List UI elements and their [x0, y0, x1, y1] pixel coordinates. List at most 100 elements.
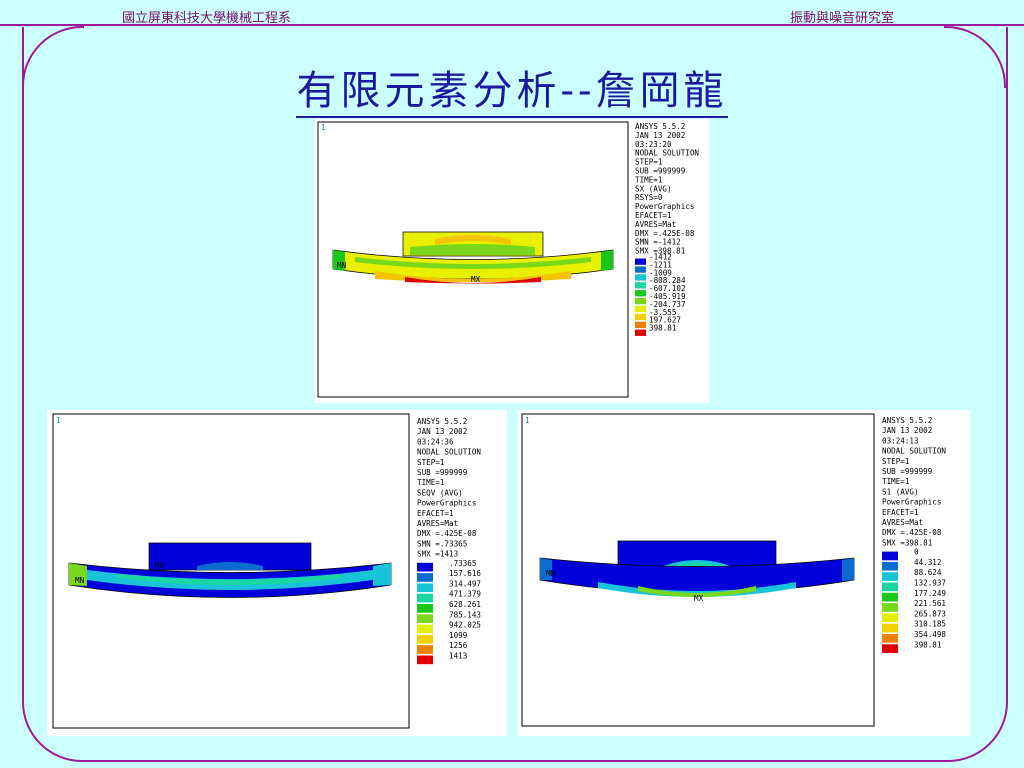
- info-line: SMN =.73365: [417, 539, 467, 548]
- info-line: STEP=1: [882, 457, 910, 466]
- info-line: SX (AVG): [635, 184, 672, 193]
- legend-value: 1099: [449, 631, 468, 640]
- legend-swatch: [882, 592, 898, 602]
- info-line: SEQV (AVG): [417, 488, 463, 497]
- legend-swatch: [417, 562, 433, 572]
- legend-value: 398.81: [914, 640, 942, 649]
- legend-value: 314.497: [449, 579, 481, 588]
- legend-swatch: [417, 634, 433, 644]
- legend-swatch: [635, 305, 646, 313]
- legend-swatch: [635, 266, 646, 273]
- legend-value: 0: [914, 548, 919, 557]
- info-line: NODAL SOLUTION: [417, 448, 481, 457]
- info-line: DMX =.425E-08: [635, 229, 695, 238]
- info-line: TIME=1: [635, 175, 663, 184]
- legend-value: 942.025: [449, 621, 481, 630]
- ansys-panel-seqv: 1 MN MX ANSYS 5.5.2 JAN 13 2002 03:24:36 NO…: [47, 410, 507, 736]
- legend-value: 398.81: [649, 324, 677, 333]
- legend-value: 157.616: [449, 569, 481, 578]
- legend-swatch: [417, 604, 433, 613]
- info-line: PowerGraphics: [417, 499, 476, 508]
- info-line: TIME=1: [417, 478, 445, 487]
- legend-value: 354.498: [914, 630, 946, 639]
- max-tag: MX: [694, 594, 704, 603]
- stress-contour: [842, 558, 854, 581]
- info-line: EFACET=1: [882, 508, 919, 517]
- legend-value: 471.379: [449, 590, 481, 599]
- legend-value: 132.937: [914, 579, 946, 588]
- legend-value: 1256: [449, 641, 468, 650]
- legend-value: 44.312: [914, 558, 941, 567]
- info-line: NODAL SOLUTION: [882, 447, 946, 456]
- slide-title-text: 有限元素分析--詹岡龍: [296, 68, 728, 118]
- legend-swatch: [417, 583, 433, 593]
- info-line: 03:24:36: [417, 437, 454, 446]
- info-line: NODAL SOLUTION: [635, 149, 699, 158]
- legend-swatch: [882, 623, 898, 633]
- stress-contour: [410, 244, 535, 255]
- legend-swatch: [417, 655, 433, 665]
- legend-swatch: [635, 258, 646, 265]
- legend-value: 221.561: [914, 599, 946, 608]
- legend-swatch: [417, 593, 433, 603]
- legend-swatch: [882, 603, 898, 612]
- slide-title: 有限元素分析--詹岡龍: [0, 58, 1024, 118]
- info-line: S1 (AVG): [882, 487, 919, 496]
- max-tag: MX: [155, 561, 165, 570]
- min-tag: MN: [337, 261, 347, 270]
- legend-swatch: [635, 282, 646, 289]
- legend-value: .73365: [449, 559, 476, 568]
- info-line: SUB =999999: [417, 468, 468, 477]
- legend-swatch: [882, 551, 898, 561]
- legend-swatch: [635, 298, 646, 305]
- ansys-panel-s1: 1 MN MX ANSYS 5.5.2 JAN 13 2002 03:24:13 NO…: [518, 410, 970, 736]
- info-line: EFACET=1: [417, 509, 454, 518]
- max-tag: MX: [471, 275, 481, 284]
- corner-label: 1: [525, 416, 530, 425]
- legend-swatch: [417, 573, 433, 582]
- info-line: 03:24:13: [882, 436, 919, 445]
- legend-swatch: [635, 290, 646, 297]
- info-line: AVRES=Mat: [882, 518, 923, 527]
- color-legend: .73365157.616314.497 471.379628.261785.14…: [417, 559, 481, 665]
- legend-swatch: [882, 561, 898, 571]
- legend-value: 628.261: [449, 600, 481, 609]
- legend-swatch: [882, 644, 898, 653]
- info-line: ANSYS 5.5.2: [882, 416, 932, 425]
- info-line: SMN =-1412: [635, 238, 681, 247]
- legend-swatch: [635, 313, 646, 321]
- ansys-panel-sx: 1 MN MX ANSYS 5.5.2 JAN 13 2002 03:23:20 NO…: [315, 119, 709, 403]
- info-line: AVRES=Mat: [635, 220, 676, 229]
- info-line: ANSYS 5.5.2: [635, 122, 685, 131]
- legend-value: 177.249: [914, 589, 946, 598]
- stress-contour: [601, 250, 613, 271]
- info-line: TIME=1: [882, 477, 910, 486]
- info-line: STEP=1: [635, 158, 663, 167]
- info-line: DMX =.425E-08: [882, 528, 942, 537]
- color-legend: 044.31288.624 132.937177.249221.561265.87…: [882, 548, 946, 653]
- header-divider: [0, 24, 1024, 26]
- legend-swatch: [417, 614, 433, 623]
- min-tag: MN: [75, 576, 85, 585]
- info-line: JAN 13 2002: [882, 426, 932, 435]
- legend-value: 88.624: [914, 568, 942, 577]
- info-text: ANSYS 5.5.2JAN 13 200203:23:20NODAL SOLU…: [635, 122, 699, 256]
- info-line: EFACET=1: [635, 211, 672, 220]
- corner-label: 1: [56, 416, 61, 425]
- legend-value: 310.185: [914, 620, 946, 629]
- ansys-plot-sx: 1 MN MX ANSYS 5.5.2JAN 13 200203:23:20NO…: [317, 121, 699, 398]
- legend-swatch: [882, 634, 898, 643]
- info-line: RSYS=0: [635, 193, 663, 202]
- corner-label: 1: [321, 123, 326, 132]
- legend-swatch: [882, 613, 898, 623]
- legend-swatch: [882, 572, 898, 581]
- info-line: JAN 13 2002: [417, 427, 467, 436]
- legend-swatch: [635, 321, 646, 328]
- min-tag: MN: [546, 569, 556, 578]
- legend-value: 1413: [449, 652, 467, 661]
- stress-contour: [373, 563, 391, 586]
- info-text: ANSYS 5.5.2JAN 13 200203:24:13 NODAL SOLU…: [882, 416, 946, 547]
- info-line: DMX =.425E-08: [417, 529, 477, 538]
- legend-swatch: [882, 582, 898, 592]
- info-line: 03:23:20: [635, 140, 672, 149]
